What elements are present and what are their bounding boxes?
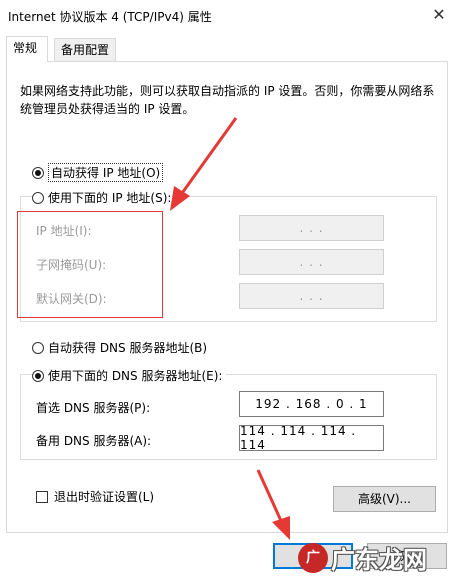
ip-address-input[interactable]: . . . xyxy=(239,215,384,241)
radio-auto-ip[interactable]: 自动获得 IP 地址(O) xyxy=(32,163,164,182)
radio-button-icon[interactable] xyxy=(32,369,44,382)
close-icon[interactable]: ✕ xyxy=(426,2,452,28)
preferred-dns-input[interactable]: 192 . 168 . 0 . 1 xyxy=(239,391,384,417)
radio-manual-ip-label: 使用下面的 IP 地址(S): xyxy=(48,191,172,205)
preferred-dns-label: 首选 DNS 服务器(P): xyxy=(36,401,151,415)
validate-on-exit-checkbox[interactable]: 退出时验证设置(L) xyxy=(36,488,154,505)
title-bar: Internet 协议版本 4 (TCP/IPv4) 属性 ✕ xyxy=(0,0,458,30)
radio-auto-ip-label: 自动获得 IP 地址(O) xyxy=(48,163,164,182)
default-gateway-input[interactable]: . . . xyxy=(239,283,384,309)
tab-alternate-config[interactable]: 备用配置 xyxy=(54,38,116,62)
validate-on-exit-label: 退出时验证设置(L) xyxy=(54,490,155,504)
radio-manual-dns-label: 使用下面的 DNS 服务器地址(E): xyxy=(48,369,223,383)
radio-button-icon[interactable] xyxy=(32,166,44,179)
description-text: 如果网络支持此功能，则可以获取自动指派的 IP 设置。否则，你需要从网络系统管理… xyxy=(20,84,435,116)
radio-manual-dns[interactable]: 使用下面的 DNS 服务器地址(E): xyxy=(32,367,227,384)
alternate-dns-input[interactable]: 114 . 114 . 114 . 114 xyxy=(239,424,384,452)
radio-auto-dns-label: 自动获得 DNS 服务器地址(B) xyxy=(48,341,208,355)
radio-manual-ip[interactable]: 使用下面的 IP 地址(S): xyxy=(32,189,176,206)
radio-button-icon[interactable] xyxy=(32,341,44,354)
radio-auto-dns[interactable]: 自动获得 DNS 服务器地址(B) xyxy=(32,339,207,356)
annotation-highlight-box xyxy=(17,211,163,318)
alternate-dns-label: 备用 DNS 服务器(A): xyxy=(36,434,152,448)
watermark: 广 广东龙网 xyxy=(298,540,427,575)
radio-button-icon[interactable] xyxy=(32,191,44,204)
checkbox-icon[interactable] xyxy=(36,490,48,503)
tab-general[interactable]: 常规 xyxy=(6,36,48,62)
window-title: Internet 协议版本 4 (TCP/IPv4) 属性 xyxy=(8,10,212,24)
subnet-mask-input[interactable]: . . . xyxy=(239,249,384,275)
watermark-text: 广东龙网 xyxy=(331,545,427,574)
watermark-logo-icon: 广 xyxy=(298,542,328,573)
advanced-button[interactable]: 高级(V)... xyxy=(333,486,436,512)
